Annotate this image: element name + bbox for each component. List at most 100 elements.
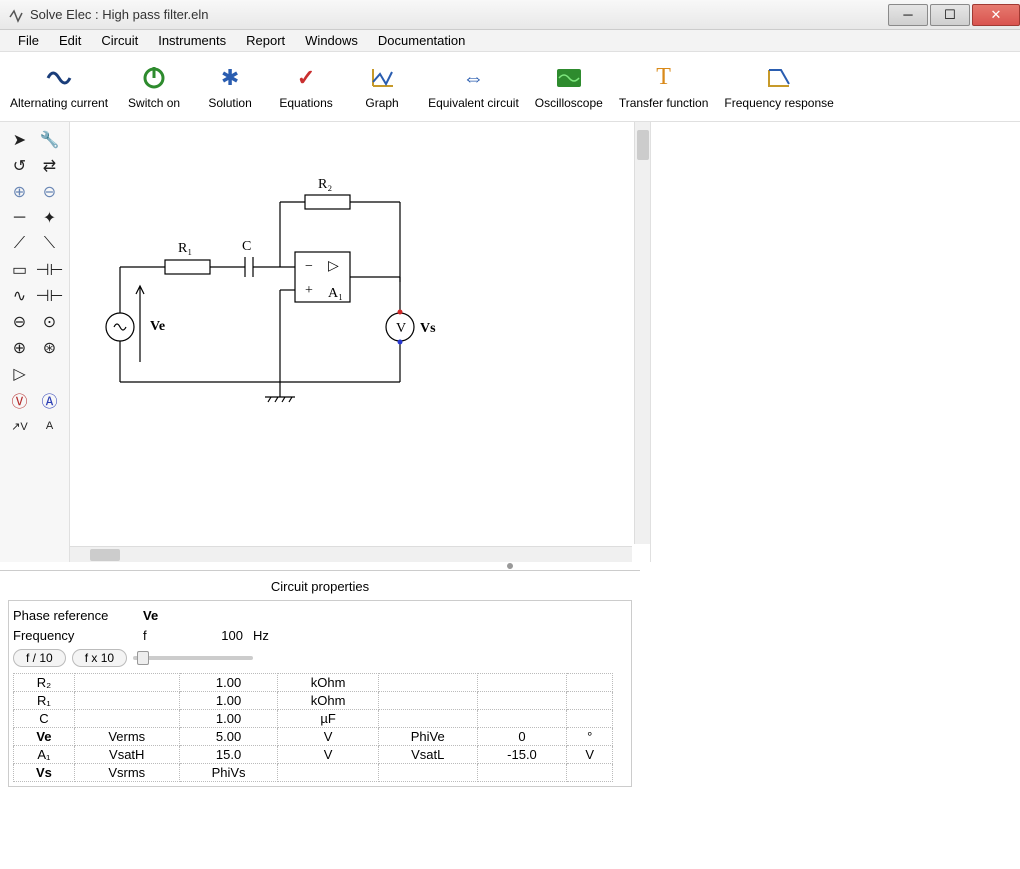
freq-div-button[interactable]: f / 10 bbox=[13, 649, 66, 667]
menu-circuit[interactable]: Circuit bbox=[91, 31, 148, 50]
freqresp-icon bbox=[765, 64, 793, 92]
param-cell[interactable]: 5.00 bbox=[179, 728, 278, 746]
tool-label: Switch on bbox=[128, 96, 180, 110]
param-cell[interactable]: 1.00 bbox=[179, 674, 278, 692]
check-icon: ✓ bbox=[292, 64, 320, 92]
tool-label: Alternating current bbox=[10, 96, 108, 110]
svg-text:V: V bbox=[396, 321, 406, 336]
param-row[interactable]: VeVerms5.00VPhiVe0° bbox=[14, 728, 613, 746]
param-cell bbox=[378, 674, 477, 692]
circuit-schematic: − + ▷ V bbox=[70, 122, 610, 542]
rotate-cw-tool[interactable]: ⇄ bbox=[38, 155, 62, 177]
param-cell bbox=[567, 674, 613, 692]
param-cell[interactable] bbox=[477, 710, 567, 728]
tool-label: Solution bbox=[208, 96, 251, 110]
param-cell[interactable]: PhiVs bbox=[179, 764, 278, 782]
tool-solution[interactable]: ✱ Solution bbox=[200, 64, 260, 110]
freq-symbol: f bbox=[143, 628, 193, 643]
freq-mul-button[interactable]: f x 10 bbox=[72, 649, 127, 667]
vertical-scrollbar[interactable] bbox=[634, 122, 650, 544]
param-cell: ° bbox=[567, 728, 613, 746]
param-cell[interactable] bbox=[477, 764, 567, 782]
tool-oscilloscope[interactable]: Oscilloscope bbox=[535, 64, 603, 110]
freq-slider[interactable] bbox=[133, 656, 253, 660]
isource-tool[interactable]: ⊙ bbox=[38, 311, 62, 333]
switch-closed-tool[interactable]: ⟍ bbox=[38, 233, 62, 255]
blank-tool bbox=[38, 363, 62, 385]
inductor-tool[interactable]: ∿ bbox=[8, 285, 32, 307]
minimize-button[interactable]: ─ bbox=[888, 4, 928, 26]
wire-tool[interactable]: ─ bbox=[8, 207, 32, 229]
resistor-tool[interactable]: ▭ bbox=[8, 259, 32, 281]
param-cell bbox=[567, 692, 613, 710]
ac-icon bbox=[45, 64, 73, 92]
menu-documentation[interactable]: Documentation bbox=[368, 31, 475, 50]
component-palette: ➤ 🔧 ↺ ⇄ ⊕ ⊖ ─ ✦ ⟋ ⟍ ▭ ⊣⊢ ∿ ⊣⊢ ⊖ ⊙ ⊕ ⊛ ▷ Ⓥ Ⓐ ↗V A bbox=[0, 122, 70, 562]
wrench-tool[interactable]: 🔧 bbox=[38, 129, 62, 151]
scope-icon bbox=[555, 64, 583, 92]
param-cell[interactable] bbox=[477, 674, 567, 692]
param-cell[interactable]: 1.00 bbox=[179, 710, 278, 728]
freq-value[interactable]: 100 bbox=[193, 628, 253, 643]
horizontal-scrollbar[interactable] bbox=[70, 546, 632, 562]
acsource-tool[interactable]: ⊕ bbox=[8, 337, 32, 359]
csource-tool[interactable]: ⊛ bbox=[38, 337, 62, 359]
menu-instruments[interactable]: Instruments bbox=[148, 31, 236, 50]
param-cell bbox=[74, 710, 179, 728]
capacitor-tool[interactable]: ⊣⊢ bbox=[38, 259, 62, 281]
tool-alternating-current[interactable]: Alternating current bbox=[10, 64, 108, 110]
param-cell[interactable]: 1.00 bbox=[179, 692, 278, 710]
param-row[interactable]: R₂1.00kOhm bbox=[14, 674, 613, 692]
menu-file[interactable]: File bbox=[8, 31, 49, 50]
tool-label: Equivalent circuit bbox=[428, 96, 519, 110]
param-cell: VsatH bbox=[74, 746, 179, 764]
node-tool[interactable]: ✦ bbox=[38, 207, 62, 229]
param-cell[interactable] bbox=[477, 692, 567, 710]
circuit-canvas[interactable]: − + ▷ V bbox=[70, 122, 632, 544]
maximize-button[interactable]: ☐ bbox=[930, 4, 970, 26]
probe-a-tool[interactable]: A bbox=[38, 415, 62, 437]
graph-icon bbox=[368, 64, 396, 92]
pointer-tool[interactable]: ➤ bbox=[8, 129, 32, 151]
splitter-handle[interactable] bbox=[507, 563, 513, 569]
vsource-tool[interactable]: ⊖ bbox=[8, 311, 32, 333]
param-cell: PhiVe bbox=[378, 728, 477, 746]
param-row[interactable]: R₁1.00kOhm bbox=[14, 692, 613, 710]
svg-text:−: − bbox=[305, 259, 313, 274]
param-cell[interactable]: 0 bbox=[477, 728, 567, 746]
menu-windows[interactable]: Windows bbox=[295, 31, 368, 50]
window-title: Solve Elec : High pass filter.eln bbox=[30, 7, 886, 22]
param-cell[interactable]: -15.0 bbox=[477, 746, 567, 764]
label-a1: A₁ bbox=[328, 286, 343, 301]
tool-graph[interactable]: Graph bbox=[352, 64, 412, 110]
param-row[interactable]: C1.00µF bbox=[14, 710, 613, 728]
param-cell: Ve bbox=[14, 728, 75, 746]
zoom-in-tool[interactable]: ⊕ bbox=[8, 181, 32, 203]
tool-label: Graph bbox=[365, 96, 398, 110]
voltmeter-tool[interactable]: Ⓥ bbox=[8, 389, 32, 411]
tool-freqresp[interactable]: Frequency response bbox=[724, 64, 833, 110]
tool-equations[interactable]: ✓ Equations bbox=[276, 64, 336, 110]
close-button[interactable]: ✕ bbox=[972, 4, 1020, 26]
tool-equivalent[interactable]: ⇔ Equivalent circuit bbox=[428, 64, 519, 110]
main-area: ➤ 🔧 ↺ ⇄ ⊕ ⊖ ─ ✦ ⟋ ⟍ ▭ ⊣⊢ ∿ ⊣⊢ ⊖ ⊙ ⊕ ⊛ ▷ Ⓥ Ⓐ ↗V A bbox=[0, 122, 1020, 562]
zoom-out-tool[interactable]: ⊖ bbox=[38, 181, 62, 203]
freq-unit: Hz bbox=[253, 628, 313, 643]
capacitor2-tool[interactable]: ⊣⊢ bbox=[38, 285, 62, 307]
tool-switch-on[interactable]: Switch on bbox=[124, 64, 184, 110]
tool-transfer[interactable]: T Transfer function bbox=[619, 64, 709, 110]
ammeter-tool[interactable]: Ⓐ bbox=[38, 389, 62, 411]
rotate-ccw-tool[interactable]: ↺ bbox=[8, 155, 32, 177]
param-row[interactable]: A₁VsatH15.0VVsatL-15.0V bbox=[14, 746, 613, 764]
properties-title: Circuit properties bbox=[8, 577, 632, 600]
menu-edit[interactable]: Edit bbox=[49, 31, 91, 50]
param-cell[interactable]: 15.0 bbox=[179, 746, 278, 764]
probe-v-tool[interactable]: ↗V bbox=[8, 415, 32, 437]
menu-report[interactable]: Report bbox=[236, 31, 295, 50]
param-row[interactable]: VsVsrmsPhiVs bbox=[14, 764, 613, 782]
opamp-tool[interactable]: ▷ bbox=[8, 363, 32, 385]
switch-open-tool[interactable]: ⟋ bbox=[8, 233, 32, 255]
param-cell: Vs bbox=[14, 764, 75, 782]
tool-label: Transfer function bbox=[619, 96, 709, 110]
canvas-wrap: − + ▷ V bbox=[70, 122, 650, 562]
